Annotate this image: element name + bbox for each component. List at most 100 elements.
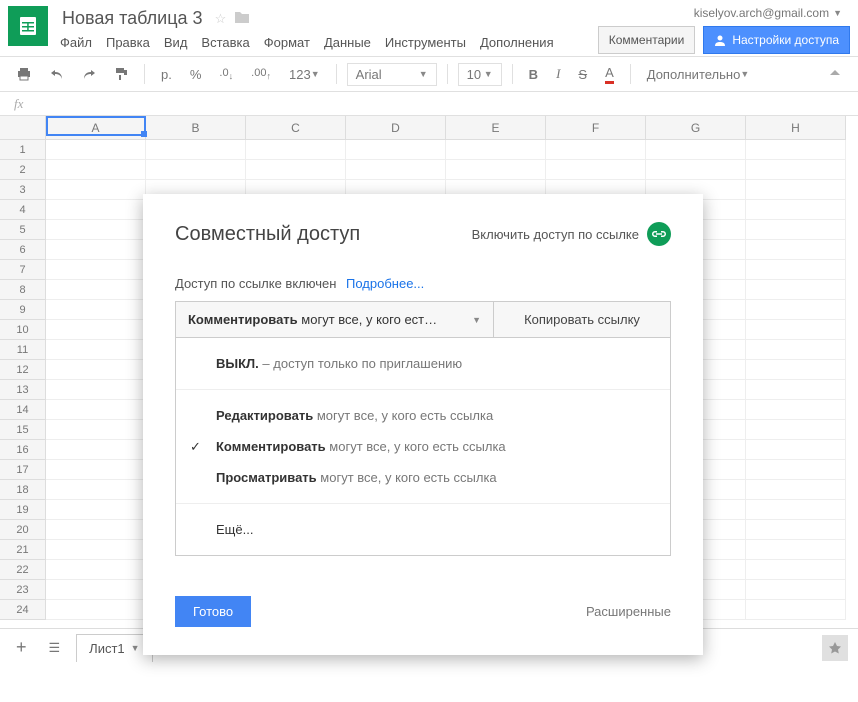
formula-bar[interactable]: fx xyxy=(0,92,858,116)
cell[interactable] xyxy=(46,340,146,360)
cell[interactable] xyxy=(646,160,746,180)
cell[interactable] xyxy=(46,180,146,200)
row-header[interactable]: 11 xyxy=(0,340,46,360)
cell[interactable] xyxy=(46,240,146,260)
comments-button[interactable]: Комментарии xyxy=(598,26,696,54)
row-header[interactable]: 12 xyxy=(0,360,46,380)
cell[interactable] xyxy=(646,140,746,160)
option-view[interactable]: Просматривать могут все, у кого есть ссы… xyxy=(176,462,670,493)
column-header[interactable]: H xyxy=(746,116,846,140)
redo-icon[interactable] xyxy=(76,64,102,84)
column-header[interactable]: C xyxy=(246,116,346,140)
cell[interactable] xyxy=(746,260,846,280)
menu-addons[interactable]: Дополнения xyxy=(480,35,554,50)
column-header[interactable]: B xyxy=(146,116,246,140)
row-header[interactable]: 10 xyxy=(0,320,46,340)
cell[interactable] xyxy=(746,300,846,320)
cell[interactable] xyxy=(46,440,146,460)
row-header[interactable]: 1 xyxy=(0,140,46,160)
italic-button[interactable]: I xyxy=(550,62,566,86)
cell[interactable] xyxy=(46,600,146,620)
cell[interactable] xyxy=(446,160,546,180)
permission-select[interactable]: Комментировать могут все, у кого есть с.… xyxy=(176,302,494,337)
font-select[interactable]: Arial▼ xyxy=(347,63,437,86)
strike-button[interactable]: S xyxy=(572,63,593,86)
cell[interactable] xyxy=(746,340,846,360)
text-color-button[interactable]: A xyxy=(599,61,620,88)
row-header[interactable]: 24 xyxy=(0,600,46,620)
menu-edit[interactable]: Правка xyxy=(106,35,150,50)
option-edit[interactable]: Редактировать могут все, у кого есть ссы… xyxy=(176,400,670,431)
cell[interactable] xyxy=(746,480,846,500)
font-size-select[interactable]: 10▼ xyxy=(458,63,502,86)
learn-more-link[interactable]: Подробнее... xyxy=(346,276,424,291)
cell[interactable] xyxy=(46,580,146,600)
print-icon[interactable] xyxy=(10,63,38,85)
row-header[interactable]: 8 xyxy=(0,280,46,300)
cell[interactable] xyxy=(46,560,146,580)
menu-view[interactable]: Вид xyxy=(164,35,188,50)
option-off[interactable]: ВЫКЛ. – доступ только по приглашению xyxy=(176,348,670,379)
column-header[interactable]: G xyxy=(646,116,746,140)
cell[interactable] xyxy=(746,460,846,480)
cell[interactable] xyxy=(746,160,846,180)
row-header[interactable]: 17 xyxy=(0,460,46,480)
row-header[interactable]: 7 xyxy=(0,260,46,280)
cell[interactable] xyxy=(746,520,846,540)
option-comment[interactable]: ✓ Комментировать могут все, у кого есть … xyxy=(176,431,670,462)
cell[interactable] xyxy=(346,160,446,180)
row-header[interactable]: 16 xyxy=(0,440,46,460)
row-header[interactable]: 3 xyxy=(0,180,46,200)
cell[interactable] xyxy=(746,360,846,380)
cell[interactable] xyxy=(746,380,846,400)
cell[interactable] xyxy=(746,180,846,200)
row-header[interactable]: 22 xyxy=(0,560,46,580)
doc-title[interactable]: Новая таблица 3 xyxy=(58,6,207,31)
cell[interactable] xyxy=(746,560,846,580)
advanced-link[interactable]: Расширенные xyxy=(586,604,671,619)
cell[interactable] xyxy=(746,200,846,220)
column-header[interactable]: F xyxy=(546,116,646,140)
cell[interactable] xyxy=(746,580,846,600)
row-header[interactable]: 18 xyxy=(0,480,46,500)
folder-icon[interactable] xyxy=(234,10,250,27)
row-header[interactable]: 19 xyxy=(0,500,46,520)
cell[interactable] xyxy=(46,520,146,540)
done-button[interactable]: Готово xyxy=(175,596,251,627)
user-email[interactable]: kiselyov.arch@gmail.com ▼ xyxy=(694,6,850,20)
cell[interactable] xyxy=(446,140,546,160)
cell[interactable] xyxy=(46,400,146,420)
copy-link-button[interactable]: Копировать ссылку xyxy=(494,302,670,337)
cell[interactable] xyxy=(746,240,846,260)
cell[interactable] xyxy=(46,420,146,440)
cell[interactable] xyxy=(46,300,146,320)
star-icon[interactable]: ☆ xyxy=(215,11,227,27)
column-header[interactable]: D xyxy=(346,116,446,140)
cell[interactable] xyxy=(146,140,246,160)
cell[interactable] xyxy=(746,540,846,560)
cell[interactable] xyxy=(546,160,646,180)
row-header[interactable]: 21 xyxy=(0,540,46,560)
explore-button[interactable] xyxy=(822,635,848,661)
sheets-logo[interactable] xyxy=(8,6,48,46)
column-header[interactable]: E xyxy=(446,116,546,140)
select-all-corner[interactable] xyxy=(0,116,46,140)
cell[interactable] xyxy=(46,280,146,300)
cell[interactable] xyxy=(746,440,846,460)
row-header[interactable]: 14 xyxy=(0,400,46,420)
undo-icon[interactable] xyxy=(44,64,70,84)
cell[interactable] xyxy=(46,260,146,280)
more-tools[interactable]: Дополнительно ▼ xyxy=(641,63,756,86)
row-header[interactable]: 13 xyxy=(0,380,46,400)
expand-up-icon[interactable] xyxy=(822,64,848,84)
cell[interactable] xyxy=(746,320,846,340)
all-sheets-icon[interactable]: ☰ xyxy=(43,636,67,660)
cell[interactable] xyxy=(746,600,846,620)
menu-data[interactable]: Данные xyxy=(324,35,371,50)
cell[interactable] xyxy=(46,380,146,400)
add-sheet-icon[interactable]: + xyxy=(10,633,33,662)
cell[interactable] xyxy=(146,160,246,180)
link-sharing-toggle[interactable]: Включить доступ по ссылке xyxy=(472,222,671,246)
increase-decimal[interactable]: .00↑ xyxy=(245,63,277,85)
row-header[interactable]: 4 xyxy=(0,200,46,220)
